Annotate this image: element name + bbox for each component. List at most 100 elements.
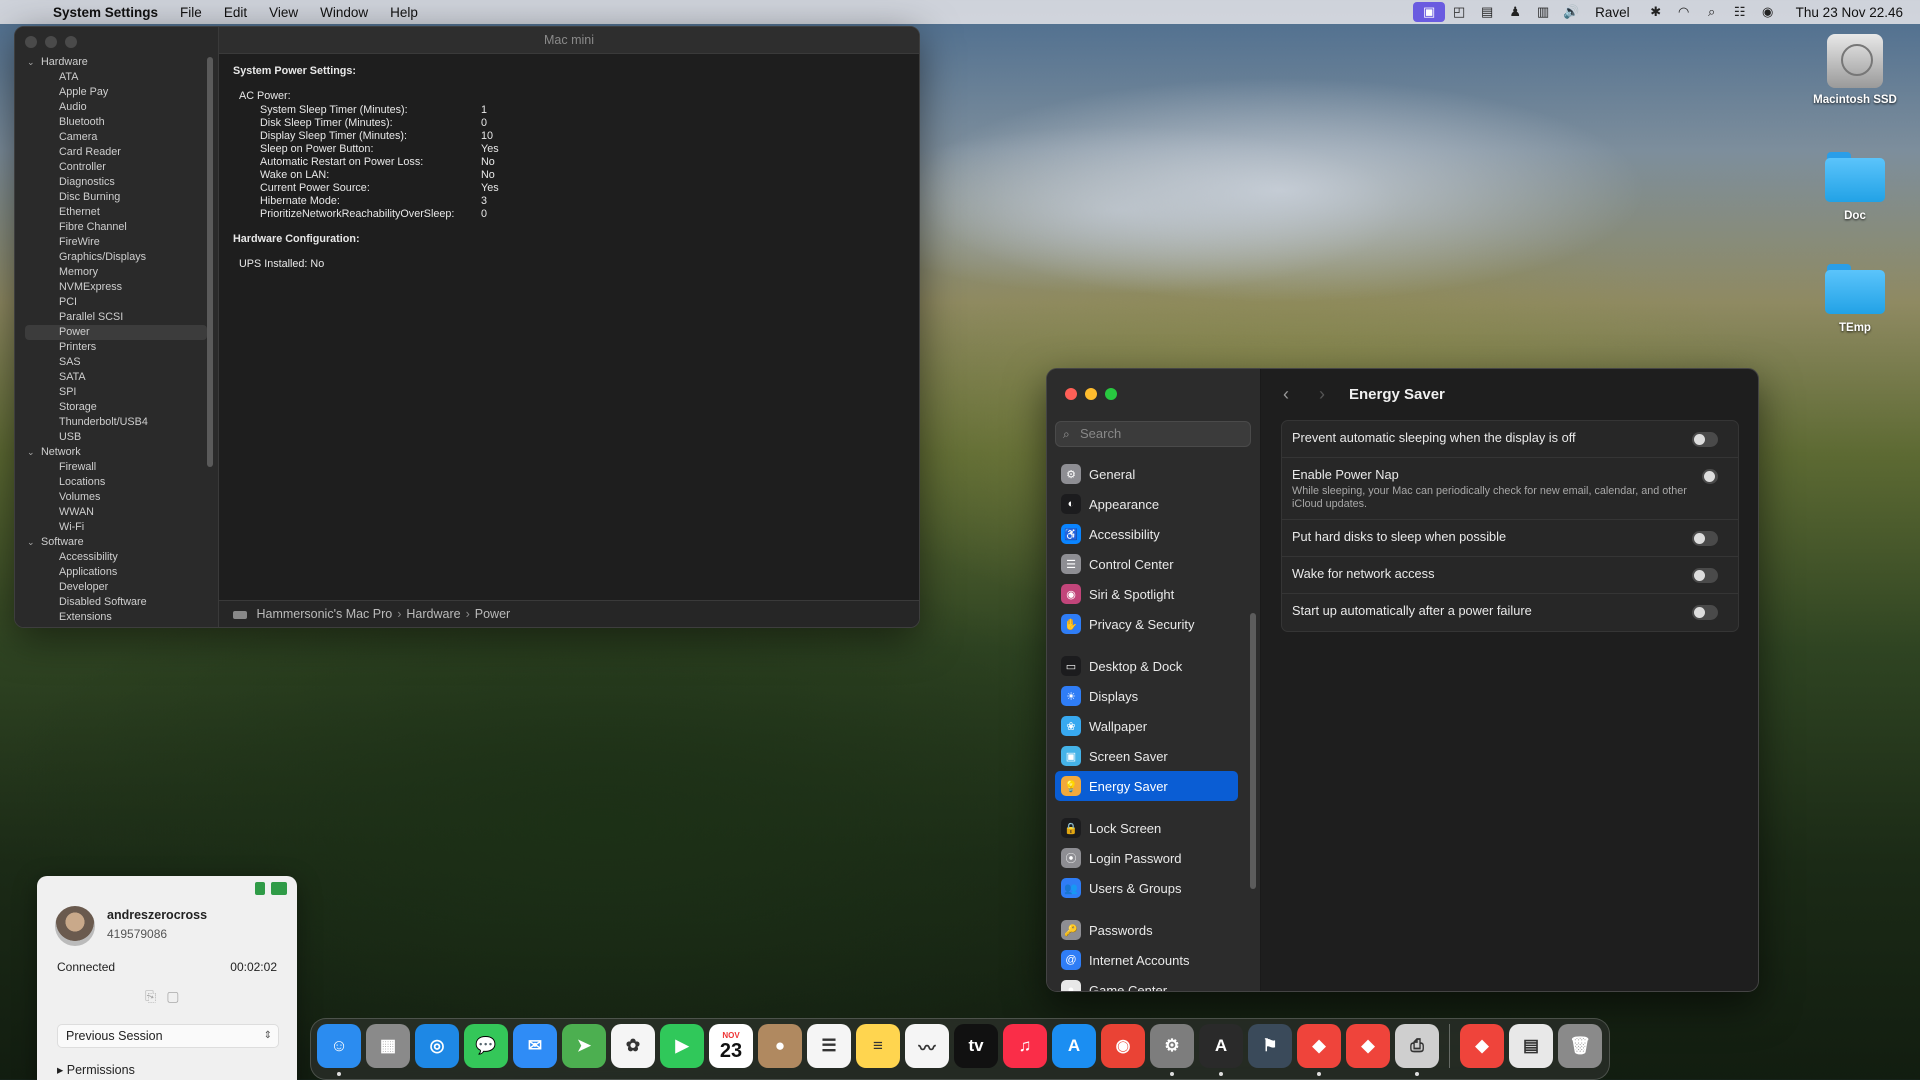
tree-item[interactable]: SAS (27, 355, 207, 370)
control-center-icon[interactable]: ☷ (1726, 2, 1754, 22)
desktop-icon-doc[interactable]: Doc (1800, 152, 1910, 222)
sidebar-item-wallpaper[interactable]: ❀ Wallpaper (1055, 711, 1238, 741)
sidebar-item-lock-screen[interactable]: 🔒 Lock Screen (1055, 813, 1238, 843)
tree-item[interactable]: Accessibility (27, 550, 207, 565)
sidebar-item-game-center[interactable]: ● Game Center (1055, 975, 1238, 991)
path-hardware[interactable]: Hardware (406, 601, 460, 627)
tree-item[interactable]: Firewall (27, 460, 207, 475)
dock-facetime-icon[interactable]: ▶ (660, 1024, 704, 1068)
close-button[interactable] (25, 36, 37, 48)
dock-calendar-icon[interactable]: NOV 23 (709, 1024, 753, 1068)
dock-contacts-icon[interactable]: ● (758, 1024, 802, 1068)
path-power[interactable]: Power (475, 601, 510, 627)
tree-item[interactable]: ATA (27, 70, 207, 85)
dock-safari-icon[interactable]: ◎ (415, 1024, 459, 1068)
sidebar-item-privacy-security[interactable]: ✋ Privacy & Security (1055, 609, 1238, 639)
forward-chevron-icon[interactable]: › (1311, 384, 1333, 405)
tree-item[interactable]: Disabled Software (27, 595, 207, 610)
tree-item[interactable]: Controller (27, 160, 207, 175)
dock-anydesk-doc-icon[interactable]: ◆ (1460, 1024, 1504, 1068)
option-toggle[interactable] (1692, 432, 1718, 447)
tree-item[interactable]: Memory (27, 265, 207, 280)
sidebar-item-accessibility[interactable]: ♿ Accessibility (1055, 519, 1238, 549)
dock-tv-icon[interactable]: tv (954, 1024, 998, 1068)
sidebar-item-displays[interactable]: ☀ Displays (1055, 681, 1238, 711)
dock-maps-icon[interactable]: ➤ (562, 1024, 606, 1068)
tree-item[interactable]: Locations (27, 475, 207, 490)
tree-item[interactable]: Card Reader (27, 145, 207, 160)
dock-trash-icon[interactable]: 🗑 (1558, 1024, 1602, 1068)
tree-item[interactable]: USB (27, 430, 207, 445)
app-menu[interactable]: System Settings (53, 5, 158, 20)
dock-reminders-icon[interactable]: ☰ (807, 1024, 851, 1068)
file-transfer-icon[interactable]: ⎘ (145, 988, 156, 1005)
dock-photos-icon[interactable]: ✿ (611, 1024, 655, 1068)
tree-item[interactable]: Camera (27, 130, 207, 145)
bluetooth-icon[interactable]: ✱ (1642, 2, 1670, 22)
back-chevron-icon[interactable]: ‹ (1275, 384, 1297, 405)
dock-notes-icon[interactable]: ≡ (856, 1024, 900, 1068)
user-menu[interactable]: Ravel (1595, 5, 1630, 20)
minimize-button[interactable] (45, 36, 57, 48)
menu-edit[interactable]: Edit (224, 5, 247, 20)
sidebar-item-control-center[interactable]: ☰ Control Center (1055, 549, 1238, 579)
tree-item[interactable]: Apple Pay (27, 85, 207, 100)
dock-freeform-icon[interactable]: 〰 (905, 1024, 949, 1068)
desktop-icon-temp[interactable]: TEmp (1800, 264, 1910, 334)
dock-messages-icon[interactable]: 💬 (464, 1024, 508, 1068)
tree-item[interactable]: Disc Burning (27, 190, 207, 205)
tree-item[interactable]: Developer (27, 580, 207, 595)
sidebar-item-internet-accounts[interactable]: @ Internet Accounts (1055, 945, 1238, 975)
sidebar-item-siri-spotlight[interactable]: ◉ Siri & Spotlight (1055, 579, 1238, 609)
sidebar-item-users-groups[interactable]: 👥 Users & Groups (1055, 873, 1238, 903)
activity-icon[interactable]: ◰ (1445, 2, 1473, 22)
dock-mail-icon[interactable]: ✉ (513, 1024, 557, 1068)
tree-item[interactable]: Volumes (27, 490, 207, 505)
tree-group-hardware[interactable]: ⌄ Hardware (27, 55, 207, 70)
tree-item[interactable]: Graphics/Displays (27, 250, 207, 265)
menu-window[interactable]: Window (320, 5, 368, 20)
search-input[interactable]: ⌕ Search (1055, 421, 1251, 447)
tree-item[interactable]: SPI (27, 385, 207, 400)
tree-item[interactable]: WWAN (27, 505, 207, 520)
sidebar-item-desktop-dock[interactable]: ▭ Desktop & Dock (1055, 651, 1238, 681)
volume-icon[interactable]: 🔊 (1557, 2, 1585, 22)
tree-item[interactable]: Audio (27, 100, 207, 115)
chevron-down-icon[interactable]: ⌄ (27, 445, 41, 460)
option-toggle[interactable] (1692, 531, 1718, 546)
tree-item[interactable]: Fibre Channel (27, 220, 207, 235)
chevron-down-icon[interactable]: ⌄ (27, 535, 41, 550)
option-toggle[interactable] (1702, 469, 1718, 484)
tree-item[interactable]: Printers (27, 340, 207, 355)
tree-item[interactable]: Applications (27, 565, 207, 580)
sidebar-item-general[interactable]: ⚙ General (1055, 459, 1238, 489)
tree-item[interactable]: Thunderbolt/USB4 (27, 415, 207, 430)
sidebar-scrollbar[interactable] (207, 57, 213, 467)
sidebar-icon[interactable]: ▤ (1473, 2, 1501, 22)
menu-clock[interactable]: Thu 23 Nov 22.46 (1796, 5, 1903, 20)
path-computer[interactable]: Hammersonic's Mac Pro (256, 601, 392, 627)
sidebar-item-appearance[interactable]: ◐ Appearance (1055, 489, 1238, 519)
sidebar-item-login-password[interactable]: ⦿ Login Password (1055, 843, 1238, 873)
menu-file[interactable]: File (180, 5, 202, 20)
tree-item[interactable]: Storage (27, 400, 207, 415)
tree-item[interactable]: Extensions (27, 610, 207, 625)
sidebar-item-passwords[interactable]: 🔑 Passwords (1055, 915, 1238, 945)
tree-item[interactable]: Bluetooth (27, 115, 207, 130)
dock-printer-icon[interactable]: ⎙ (1395, 1024, 1439, 1076)
zoom-button[interactable] (1105, 388, 1117, 400)
tree-group-software[interactable]: ⌄ Software (27, 535, 207, 550)
tree-item[interactable]: Parallel SCSI (27, 310, 207, 325)
screen-share-icon[interactable]: ▣ (1413, 2, 1446, 22)
dock-app-store-icon[interactable]: A (1052, 1024, 1096, 1068)
tree-item[interactable]: NVMExpress (27, 280, 207, 295)
dock-anydesk-icon[interactable]: ◆ (1297, 1024, 1341, 1076)
dock-anydesk-alt-icon[interactable]: ◆ (1346, 1024, 1390, 1068)
close-button[interactable] (1065, 388, 1077, 400)
wifi-icon[interactable]: ◠ (1670, 2, 1698, 22)
stamp-icon[interactable]: ♟ (1501, 2, 1529, 22)
zoom-button[interactable] (65, 36, 77, 48)
tree-item[interactable]: SATA (27, 370, 207, 385)
dock-finder-icon[interactable]: ☺ (317, 1024, 361, 1076)
chevron-down-icon[interactable]: ⌄ (27, 55, 41, 70)
